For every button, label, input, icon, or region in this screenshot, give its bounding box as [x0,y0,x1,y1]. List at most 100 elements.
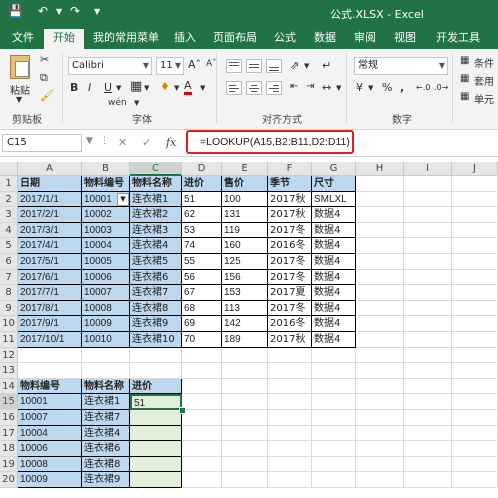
redo-icon[interactable]: ↷ [70,4,80,18]
align-left-icon[interactable] [226,81,242,95]
cell[interactable] [356,269,404,286]
cell[interactable] [404,300,452,317]
cell[interactable] [268,347,312,364]
table1-cell[interactable]: 数据4 [312,332,356,348]
table1-cell[interactable]: 100 [222,191,268,208]
table1-cell[interactable]: 119 [222,222,268,239]
table1-cell[interactable]: 156 [222,269,268,286]
format-as-table-label[interactable]: 套用 [474,73,494,88]
font-size-combo[interactable]: 11 ▼ [156,57,184,75]
align-bottom-icon[interactable] [266,59,282,73]
currency-dropdown-icon[interactable]: ▼ [368,84,373,92]
table1-cell[interactable]: 10007 [82,285,130,301]
cell[interactable] [452,191,498,208]
cell[interactable] [268,425,312,442]
more-options-icon[interactable]: ⋮ [100,136,109,146]
cell[interactable] [452,316,498,332]
cell[interactable] [222,456,268,473]
row-header-10[interactable]: 10 [0,316,18,332]
cell[interactable] [82,347,130,364]
cell[interactable] [18,347,82,364]
cell[interactable] [356,207,404,223]
cell[interactable] [130,363,182,379]
cell[interactable] [356,394,404,410]
cell[interactable] [312,363,356,379]
borders-dropdown-icon[interactable]: ▼ [144,84,149,92]
table1-cell[interactable]: 连衣裙3 [130,222,182,239]
column-header-e[interactable]: E [222,162,268,176]
tab-data[interactable]: 数据 [310,27,340,49]
cell[interactable] [130,347,182,364]
table1-cell[interactable]: 2017/10/1 [18,332,82,348]
table2-cell[interactable]: 10004 [18,425,82,442]
table2-cell[interactable]: 10007 [18,410,82,426]
table1-cell[interactable]: 68 [182,300,222,317]
table2-header-cell[interactable]: 物料名称 [82,378,130,395]
row-header-4[interactable]: 4 [0,222,18,239]
align-middle-icon[interactable] [246,59,262,73]
cell[interactable] [404,363,452,379]
font-name-combo[interactable]: Calibri ▼ [68,57,152,75]
cell[interactable] [182,410,222,426]
table2-cell[interactable]: 连衣裙4 [82,425,130,442]
cell[interactable] [356,238,404,254]
cell[interactable] [356,176,404,192]
cut-icon[interactable]: ✂ [40,53,49,66]
row-header-14[interactable]: 14 [0,378,18,395]
orientation-icon[interactable]: ⇗ [290,59,299,72]
tab-formulas[interactable]: 公式 [270,27,300,49]
table1-cell[interactable]: 数据4 [312,207,356,223]
copy-icon[interactable]: ⧉ [40,71,48,85]
table1-header-cell[interactable]: 售价 [222,176,268,192]
align-top-icon[interactable] [226,59,242,73]
row-header-20[interactable]: 20 [0,472,18,488]
wrap-text-icon[interactable]: ↵ [322,59,331,72]
table1-cell[interactable]: 连衣裙6 [130,269,182,286]
table1-cell[interactable]: 56 [182,269,222,286]
table1-cell[interactable]: 2017夏 [268,285,312,301]
table1-cell[interactable]: 10003 [82,222,130,239]
table1-cell[interactable]: SMLXL [312,191,356,208]
cell[interactable] [404,238,452,254]
bold-icon[interactable]: B [70,81,78,94]
cell[interactable] [404,347,452,364]
cell[interactable] [356,441,404,457]
cell[interactable] [404,316,452,332]
tab-view[interactable]: 视图 [390,27,420,49]
cell[interactable] [312,425,356,442]
table2-cell[interactable] [130,456,182,473]
table1-cell[interactable]: 连衣裙8 [130,300,182,317]
table2-cell[interactable]: 连衣裙6 [82,441,130,457]
table2-cell[interactable] [130,472,182,488]
cell[interactable] [356,316,404,332]
table1-cell[interactable]: 2017/9/1 [18,316,82,332]
cell[interactable] [356,410,404,426]
cell[interactable] [356,456,404,473]
cell[interactable] [356,347,404,364]
tab-my-menu[interactable]: 我的常用菜单 [90,27,162,49]
cell[interactable] [404,441,452,457]
row-header-17[interactable]: 17 [0,425,18,442]
table1-cell[interactable]: 189 [222,332,268,348]
table1-cell[interactable]: 连衣裙1 [130,191,182,208]
cell[interactable] [182,441,222,457]
cell[interactable] [452,425,498,442]
fill-color-icon[interactable]: ♦ [160,80,170,93]
table1-cell[interactable]: 连衣裙7 [130,285,182,301]
table1-cell[interactable]: 连衣裙10 [130,332,182,348]
align-right-icon[interactable] [266,81,282,95]
row-header-2[interactable]: 2 [0,191,18,208]
table1-cell[interactable]: 2017/2/1 [18,207,82,223]
cell[interactable] [452,456,498,473]
comma-style-icon[interactable]: , [400,81,404,94]
cell[interactable] [222,441,268,457]
cell[interactable] [312,472,356,488]
table1-cell[interactable]: 2017冬 [268,269,312,286]
table1-cell[interactable]: 2016冬 [268,316,312,332]
cell[interactable] [404,410,452,426]
decrease-decimal-icon[interactable]: .0→ [434,83,448,92]
table1-cell[interactable]: 142 [222,316,268,332]
row-header-7[interactable]: 7 [0,269,18,286]
cell[interactable] [404,425,452,442]
cell[interactable] [404,456,452,473]
